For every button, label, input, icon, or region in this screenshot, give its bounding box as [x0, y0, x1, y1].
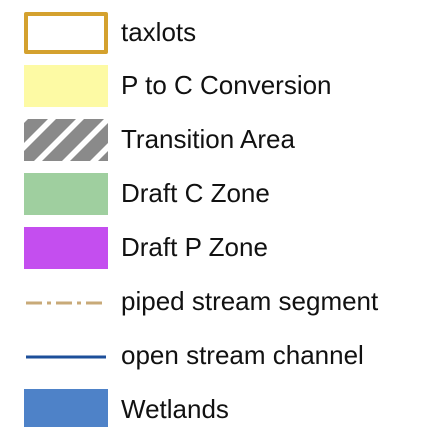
legend-label-draft-c-zone: Draft C Zone — [121, 178, 270, 208]
legend-item-open-stream-channel: open stream channel — [0, 332, 430, 378]
legend-item-draft-p-zone: Draft P Zone — [0, 224, 430, 270]
draft-c-zone-symbol — [24, 173, 108, 215]
map-legend: taxlots P to C Conversion Transition Are… — [0, 0, 430, 427]
piped-stream-line-symbol — [26, 301, 106, 305]
legend-item-wetlands: Wetlands — [0, 386, 430, 427]
legend-item-taxlots: taxlots — [0, 9, 430, 55]
legend-label-taxlots: taxlots — [121, 17, 197, 47]
legend-label-piped-stream-segment: piped stream segment — [121, 286, 379, 316]
legend-item-p-to-c-conversion: P to C Conversion — [0, 62, 430, 108]
taxlots-symbol — [24, 12, 108, 54]
transition-area-hatch-symbol — [24, 119, 108, 161]
legend-label-open-stream-channel: open stream channel — [121, 340, 364, 370]
legend-label-p-to-c-conversion: P to C Conversion — [121, 70, 332, 100]
legend-item-piped-stream-segment: piped stream segment — [0, 278, 430, 324]
legend-item-transition-area: Transition Area — [0, 116, 430, 162]
legend-label-draft-p-zone: Draft P Zone — [121, 232, 268, 262]
legend-item-draft-c-zone: Draft C Zone — [0, 170, 430, 216]
legend-label-transition-area: Transition Area — [121, 124, 295, 154]
p-to-c-conversion-symbol — [24, 65, 108, 107]
wetlands-symbol — [24, 389, 108, 427]
open-stream-line-symbol — [26, 355, 106, 359]
draft-p-zone-symbol — [24, 227, 108, 269]
legend-label-wetlands: Wetlands — [121, 394, 229, 424]
